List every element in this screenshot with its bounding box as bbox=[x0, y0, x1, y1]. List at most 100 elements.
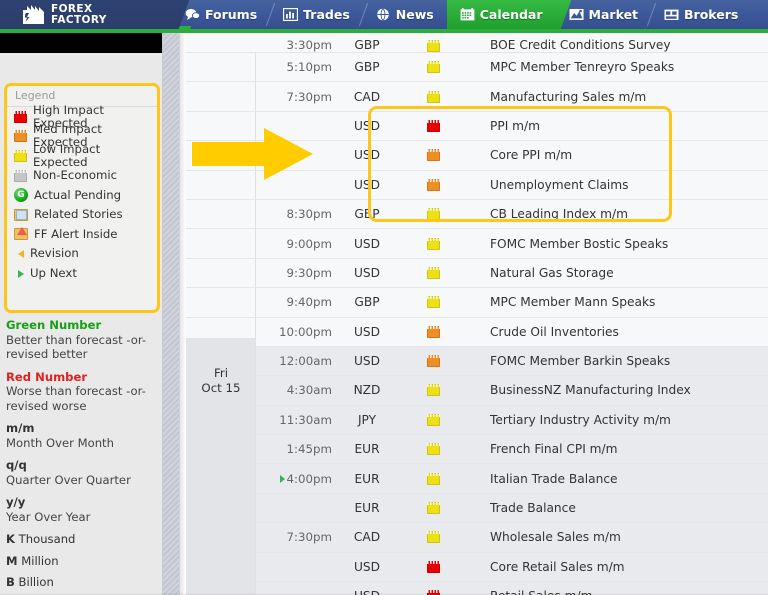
calendar-cell-event[interactable]: BusinessNZ Manufacturing Index bbox=[468, 376, 768, 404]
legend-abbrev-0: K Thousand bbox=[6, 532, 158, 547]
calendar-row[interactable]: 9:30pm USD Natural Gas Storage bbox=[186, 258, 768, 289]
calendar-cell-day bbox=[186, 405, 256, 435]
calendar-cell-impact[interactable] bbox=[398, 435, 468, 463]
calendar-row-list: 3:30pm GBP BOE Credit Conditions Survey 5:1… bbox=[186, 33, 768, 595]
legend-abbrev-2: B Billion bbox=[6, 575, 158, 590]
calendar-cell-time: 3:30pm bbox=[256, 38, 336, 52]
calendar-cell-event[interactable]: Core Retail Sales m/m bbox=[468, 553, 768, 581]
yellow-calendar-icon bbox=[14, 149, 27, 162]
calendar-cell-impact[interactable] bbox=[398, 582, 468, 595]
legend-row-label: Non-Economic bbox=[33, 168, 118, 183]
yellow-calendar-icon bbox=[426, 266, 440, 279]
nav-item-calendar[interactable]: Calendar bbox=[446, 0, 556, 29]
calendar-cell-event[interactable]: Tertiary Industry Activity m/m bbox=[468, 406, 768, 434]
screenshot-root: FOREX FACTORY Forums Trades News Calenda… bbox=[0, 0, 768, 595]
legend-row-label: Related Stories bbox=[34, 207, 123, 222]
calendar-cell-impact[interactable] bbox=[398, 82, 468, 110]
calendar-cell-impact[interactable] bbox=[398, 259, 468, 287]
calendar-cell-event[interactable]: MPC Member Mann Speaks bbox=[468, 288, 768, 316]
nav-item-trades[interactable]: Trades bbox=[270, 0, 363, 29]
green-circle-g-icon: G bbox=[14, 188, 28, 203]
calendar-cell-event[interactable]: Core PPI m/m bbox=[468, 141, 768, 169]
calendar-cell-impact[interactable] bbox=[398, 40, 468, 52]
calendar-row[interactable]: USD Retail Sales m/m bbox=[186, 582, 768, 595]
calendar-row[interactable]: 3:30pm GBP BOE Credit Conditions Survey bbox=[186, 33, 768, 53]
legend-abbrev-key: M bbox=[6, 553, 18, 568]
calendar-row[interactable]: 9:40pm GBP MPC Member Mann Speaks bbox=[186, 288, 768, 318]
calendar-cell-event[interactable]: FOMC Member Barkin Speaks bbox=[468, 347, 768, 375]
calendar-row[interactable]: 11:30am JPY Tertiary Industry Activity m/m bbox=[186, 405, 768, 436]
calendar-row[interactable]: 1:45pm EUR French Final CPI m/m bbox=[186, 435, 768, 465]
calendar-cell-time bbox=[256, 494, 336, 522]
orange-calendar-icon bbox=[426, 178, 440, 191]
calendar-cell-impact[interactable] bbox=[398, 171, 468, 199]
calendar-cell-time: 5:10pm bbox=[256, 53, 336, 81]
calendar-row[interactable]: 9:00pm USD FOMC Member Bostic Speaks bbox=[186, 229, 768, 259]
calendar-cell-currency: EUR bbox=[354, 501, 380, 516]
calendar-cell-event[interactable]: Manufacturing Sales m/m bbox=[468, 82, 768, 110]
calendar-row[interactable]: 7:30pm CAD Manufacturing Sales m/m bbox=[186, 82, 768, 112]
calendar-cell-day bbox=[186, 317, 256, 346]
calendar-row[interactable]: 7:30pm CAD Wholesale Sales m/m bbox=[186, 523, 768, 553]
calendar-row[interactable]: EUR Trade Balance bbox=[186, 493, 768, 524]
calendar-cell-impact[interactable] bbox=[398, 523, 468, 551]
legend-abbrev-word: Thousand bbox=[18, 532, 76, 546]
nav-item-brokers[interactable]: Brokers bbox=[651, 0, 751, 29]
calendar-time-text: 7:30pm bbox=[286, 530, 332, 545]
calendar-cell-event[interactable]: Natural Gas Storage bbox=[468, 259, 768, 287]
calendar-cell-day bbox=[186, 552, 256, 582]
calendar-cell-event[interactable]: BOE Credit Conditions Survey bbox=[468, 38, 768, 52]
calendar-cell-event[interactable]: MPC Member Tenreyro Speaks bbox=[468, 53, 768, 81]
calendar-cell-time: 7:30pm bbox=[256, 523, 336, 551]
calendar-row[interactable]: 4:00pm EUR Italian Trade Balance bbox=[186, 464, 768, 494]
calendar-cell-day bbox=[186, 346, 256, 376]
calendar-cell-day bbox=[186, 435, 256, 464]
calendar-cell-currency: EUR bbox=[354, 442, 380, 457]
calendar-cell-impact[interactable] bbox=[398, 141, 468, 169]
calendar-cell-impact[interactable] bbox=[398, 229, 468, 257]
nav-label-forums: Forums bbox=[205, 7, 258, 22]
calendar-cell-impact[interactable] bbox=[398, 318, 468, 346]
calendar-cell-event[interactable]: FOMC Member Bostic Speaks bbox=[468, 229, 768, 257]
calendar-cell-impact[interactable] bbox=[398, 553, 468, 581]
gray-calendar-icon bbox=[14, 169, 27, 182]
calendar-row[interactable]: 4:30am NZD BusinessNZ Manufacturing Index bbox=[186, 376, 768, 406]
yellow-calendar-icon bbox=[426, 531, 440, 544]
yellow-calendar-icon bbox=[426, 472, 440, 485]
calendar-cell-event[interactable]: Italian Trade Balance bbox=[468, 464, 768, 492]
calendar-cell-event[interactable]: Retail Sales m/m bbox=[468, 582, 768, 595]
calendar-cell-event[interactable]: Crude Oil Inventories bbox=[468, 318, 768, 346]
calendar-time-text: 12:00am bbox=[279, 354, 332, 369]
site-logo[interactable]: FOREX FACTORY bbox=[22, 4, 107, 25]
calendar-cell-impact[interactable] bbox=[398, 494, 468, 522]
calendar-row[interactable]: 8:30pm GBP CB Leading Index m/m bbox=[186, 199, 768, 230]
calendar-cell-impact[interactable] bbox=[398, 376, 468, 404]
calendar-row[interactable]: 5:10pm GBP MPC Member Tenreyro Speaks bbox=[186, 53, 768, 83]
calendar-row[interactable]: USD Core Retail Sales m/m bbox=[186, 552, 768, 583]
calendar-cell-impact[interactable] bbox=[398, 288, 468, 316]
calendar-cell-time: 8:30pm bbox=[256, 200, 336, 228]
calendar-cell-event[interactable]: CB Leading Index m/m bbox=[468, 200, 768, 228]
calendar-cell-impact[interactable] bbox=[398, 112, 468, 140]
calendar-cell-impact[interactable] bbox=[398, 200, 468, 228]
calendar-cell-event[interactable]: PPI m/m bbox=[468, 112, 768, 140]
legend-note-1: Red Number Worse than forecast -or- revis… bbox=[6, 370, 158, 414]
calendar-cell-impact[interactable] bbox=[398, 53, 468, 81]
legend-row-list: High Impact Expected Med Impact Expected L… bbox=[7, 103, 157, 283]
nav-item-market[interactable]: Market bbox=[556, 0, 651, 29]
calendar-cell-event[interactable]: French Final CPI m/m bbox=[468, 435, 768, 463]
calendar-cell-event[interactable]: Trade Balance bbox=[468, 494, 768, 522]
calendar-cell-impact[interactable] bbox=[398, 406, 468, 434]
calendar-cell-impact[interactable] bbox=[398, 347, 468, 375]
calendar-time-text: 5:10pm bbox=[286, 60, 332, 75]
calendar-cell-currency: USD bbox=[336, 582, 398, 595]
calendar-cell-time: 11:30am bbox=[256, 406, 336, 434]
calendar-cell-event[interactable]: Unemployment Claims bbox=[468, 171, 768, 199]
related-stories-icon bbox=[14, 208, 28, 221]
calendar-cell-currency: USD bbox=[353, 324, 381, 339]
calendar-cell-impact[interactable] bbox=[398, 464, 468, 492]
calendar-row[interactable]: 12:00am USD FOMC Member Barkin Speaks bbox=[186, 346, 768, 377]
calendar-cell-event[interactable]: Wholesale Sales m/m bbox=[468, 523, 768, 551]
nav-item-news[interactable]: News bbox=[363, 0, 447, 29]
calendar-row[interactable]: 10:00pm USD Crude Oil Inventories bbox=[186, 317, 768, 347]
